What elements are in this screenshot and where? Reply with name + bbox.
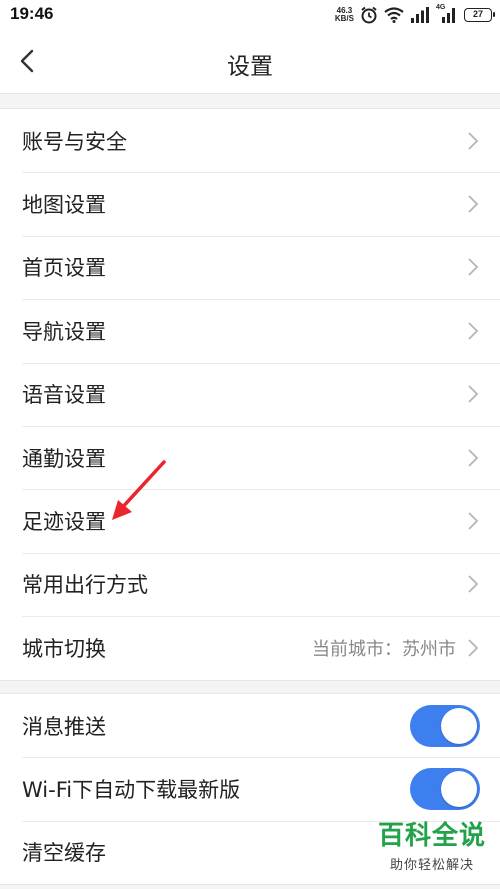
watermark-subtitle: 助你轻松解决	[389, 858, 474, 873]
chevron-right-icon	[466, 193, 480, 215]
network-speed: 46.3 KB/S	[335, 7, 354, 23]
chevron-right-icon	[466, 256, 480, 278]
status-time: 19:46	[10, 4, 54, 23]
settings-main-group: 账号与安全 地图设置 首页设置 导航设置 语音设置 通勤设置 足迹设置 常用出行…	[0, 108, 500, 681]
settings-item-map[interactable]: 地图设置	[0, 172, 500, 235]
chevron-right-icon	[466, 383, 480, 405]
toggle-knob	[441, 771, 477, 808]
signal-icon	[411, 7, 429, 23]
settings-item-wifi-auto-download: Wi-Fi下自动下载最新版	[0, 757, 500, 820]
chevron-right-icon	[466, 320, 480, 342]
settings-item-label: 足迹设置	[22, 510, 106, 535]
push-notifications-toggle[interactable]	[410, 704, 480, 747]
settings-item-label: 消息推送	[22, 714, 106, 739]
settings-item-navigation[interactable]: 导航设置	[0, 299, 500, 362]
settings-item-label: 城市切换	[22, 636, 106, 661]
settings-item-label: Wi-Fi下自动下载最新版	[22, 778, 241, 803]
settings-item-label: 账号与安全	[22, 129, 127, 154]
settings-item-travel-mode[interactable]: 常用出行方式	[0, 552, 500, 616]
settings-item-label: 首页设置	[22, 256, 106, 281]
settings-item-label: 常用出行方式	[22, 573, 148, 598]
settings-item-commute[interactable]: 通勤设置	[0, 425, 500, 489]
status-bar: 19:46 46.3 KB/S 4G 27	[0, 0, 500, 30]
chevron-right-icon	[466, 637, 480, 659]
settings-item-label: 语音设置	[22, 383, 106, 408]
annotation-arrow-icon	[112, 460, 166, 520]
settings-item-homepage[interactable]: 首页设置	[0, 235, 500, 299]
page-title: 设置	[227, 54, 273, 80]
current-city-value: 当前城市：苏州市	[312, 638, 456, 660]
watermark-logo: 百科全说 助你轻松解决	[378, 815, 486, 873]
settings-item-footprint[interactable]: 足迹设置	[0, 489, 500, 552]
settings-item-city-switch[interactable]: 城市切换 当前城市：苏州市	[0, 616, 500, 679]
battery-icon: 27	[464, 8, 495, 22]
network-speed-unit: KB/S	[334, 14, 354, 23]
settings-item-label: 导航设置	[22, 319, 106, 344]
settings-item-account-security[interactable]: 账号与安全	[0, 109, 500, 172]
nav-bar: 设置	[0, 30, 500, 94]
settings-item-voice[interactable]: 语音设置	[0, 362, 500, 426]
alarm-icon	[361, 6, 377, 24]
toggle-knob	[441, 707, 477, 744]
chevron-right-icon	[466, 510, 480, 532]
status-icons: 46.3 KB/S 4G 27	[335, 4, 495, 25]
chevron-right-icon	[466, 573, 480, 595]
settings-item-label: 地图设置	[22, 193, 106, 218]
watermark-title: 百科全说	[377, 821, 486, 851]
wifi-icon	[384, 7, 404, 23]
settings-item-label: 通勤设置	[22, 446, 106, 471]
signal-4g-icon: 4G	[436, 4, 458, 23]
chevron-right-icon	[466, 447, 480, 469]
chevron-right-icon	[466, 130, 480, 152]
wifi-auto-download-toggle[interactable]	[410, 768, 480, 811]
settings-item-push-notifications: 消息推送	[0, 694, 500, 757]
